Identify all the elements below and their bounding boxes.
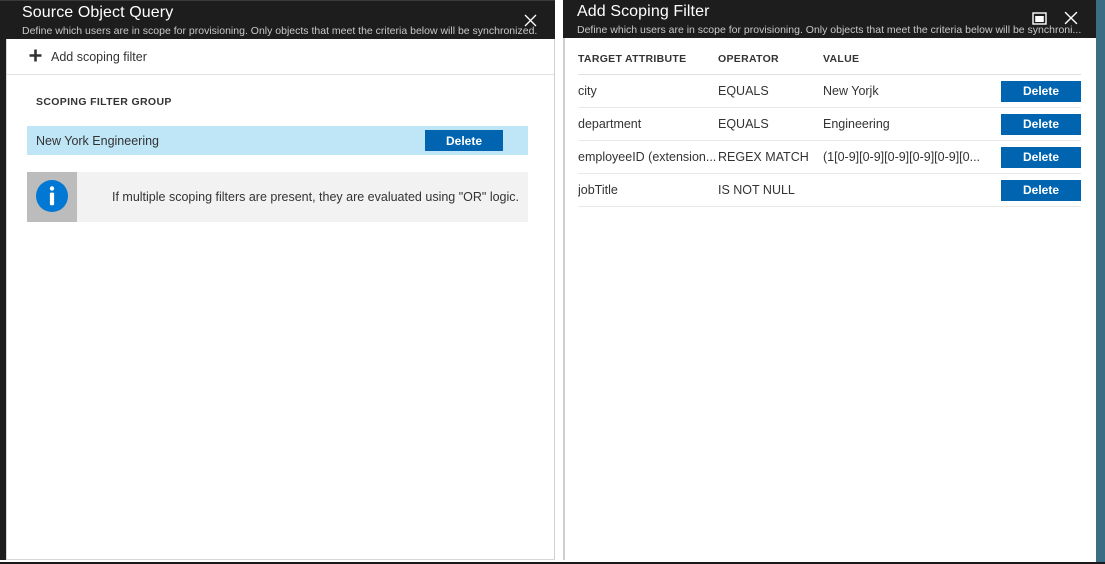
info-banner-or-logic: If multiple scoping filters are present,… <box>27 172 528 222</box>
table-row: employeeID (extension... REGEX MATCH (1[… <box>578 141 1081 174</box>
cell-value: New Yorjk <box>823 75 983 108</box>
cell-value: Engineering <box>823 108 983 141</box>
cell-operator: IS NOT NULL <box>718 174 823 207</box>
column-header-actions <box>983 49 1081 75</box>
page-subtitle: Define which users are in scope for prov… <box>22 25 537 37</box>
plus-icon <box>29 49 42 65</box>
cell-attribute: city <box>578 75 718 108</box>
maximize-button[interactable] <box>1024 3 1054 33</box>
delete-clause-button[interactable]: Delete <box>1001 81 1081 102</box>
scoping-filter-group-label: SCOPING FILTER GROUP <box>36 96 172 108</box>
blade-left-body <box>6 38 555 560</box>
info-icon-cell <box>27 172 77 222</box>
column-header-value: VALUE <box>823 49 983 75</box>
table-row: department EQUALS Engineering Delete <box>578 108 1081 141</box>
cell-value: (1[0-9][0-9][0-9][0-9][0-9][0... <box>823 141 983 174</box>
maximize-icon <box>1032 12 1047 25</box>
blade-left-header: Source Object Query Define which users a… <box>0 0 555 39</box>
close-icon <box>524 14 537 27</box>
cell-action: Delete <box>983 174 1081 207</box>
cell-attribute: jobTitle <box>578 174 718 207</box>
cell-action: Delete <box>983 141 1081 174</box>
delete-clause-button[interactable]: Delete <box>1001 180 1081 201</box>
list-item[interactable]: New York Engineering Delete <box>27 126 528 155</box>
scoping-clauses-table: TARGET ATTRIBUTE OPERATOR VALUE city EQU… <box>578 49 1081 207</box>
filter-name: New York Engineering <box>36 134 159 148</box>
add-scoping-filter-blade: Add Scoping Filter Define which users ar… <box>563 0 1096 562</box>
cell-action: Delete <box>983 108 1081 141</box>
close-button-left[interactable] <box>515 5 545 35</box>
info-icon <box>35 179 69 216</box>
left-command-bar: Add scoping filter <box>7 39 554 75</box>
delete-clause-button[interactable]: Delete <box>1001 147 1081 168</box>
panel-title: Add Scoping Filter <box>577 3 710 21</box>
table-header-row: TARGET ATTRIBUTE OPERATOR VALUE <box>578 49 1081 75</box>
delete-filter-button[interactable]: Delete <box>425 130 503 151</box>
cell-action: Delete <box>983 75 1081 108</box>
table-row: jobTitle IS NOT NULL Delete <box>578 174 1081 207</box>
close-button-right[interactable] <box>1056 3 1086 33</box>
cell-operator: EQUALS <box>718 108 823 141</box>
table-row: city EQUALS New Yorjk Delete <box>578 75 1081 108</box>
info-text: If multiple scoping filters are present,… <box>77 172 519 222</box>
panel-subtitle: Define which users are in scope for prov… <box>577 24 1081 36</box>
blade-right-header: Add Scoping Filter Define which users ar… <box>563 0 1096 38</box>
cell-attribute: department <box>578 108 718 141</box>
right-edge-strip <box>1096 0 1105 564</box>
delete-clause-button[interactable]: Delete <box>1001 114 1081 135</box>
page-title: Source Object Query <box>22 4 173 22</box>
close-icon <box>1064 11 1078 25</box>
cell-operator: REGEX MATCH <box>718 141 823 174</box>
cell-attribute: employeeID (extension... <box>578 141 718 174</box>
column-header-target-attribute: TARGET ATTRIBUTE <box>578 49 718 75</box>
source-object-query-blade: Source Object Query Define which users a… <box>0 0 555 562</box>
column-header-operator: OPERATOR <box>718 49 823 75</box>
cell-operator: EQUALS <box>718 75 823 108</box>
add-scoping-filter-label: Add scoping filter <box>51 50 147 64</box>
cell-value <box>823 174 983 207</box>
add-scoping-filter-button[interactable]: Add scoping filter <box>7 39 161 74</box>
screen-root: Source Object Query Define which users a… <box>0 0 1105 564</box>
